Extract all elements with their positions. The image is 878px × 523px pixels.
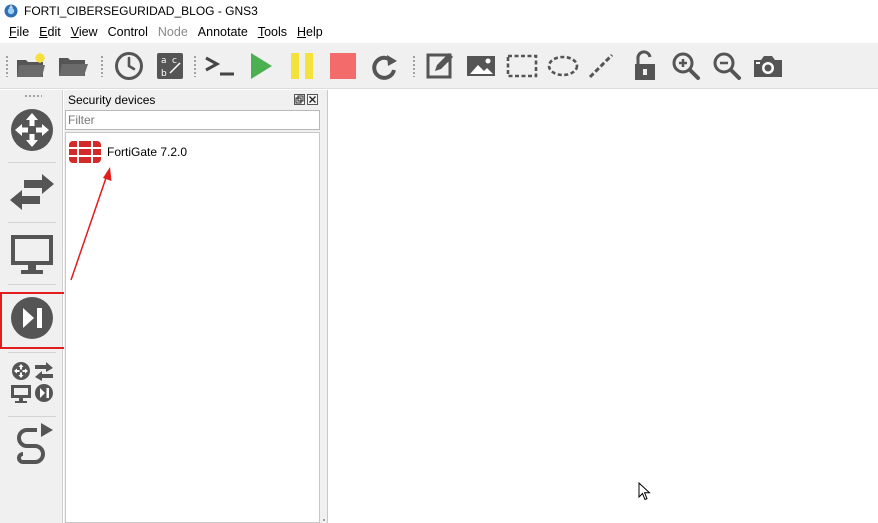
lock-items-button[interactable] [628,50,662,82]
device-label: FortiGate 7.2.0 [107,145,188,159]
panel-close-button[interactable] [307,94,318,105]
svg-text:a: a [161,56,167,66]
console-icon [205,56,234,76]
toolbar-grip[interactable] [193,55,197,77]
snapshot-button[interactable] [112,50,146,82]
draw-ellipse-button[interactable] [546,50,580,82]
open-project-button[interactable] [56,50,90,82]
new-project-button[interactable] [14,50,48,82]
draw-ellipse-icon [547,55,579,77]
close-icon [309,96,316,103]
console-button[interactable] [203,50,237,82]
screenshot-icon [754,56,782,77]
snapshot-clock-icon [115,52,143,80]
dock-separator [8,162,56,163]
new-project-icon [17,53,45,77]
suspend-all-icon [291,53,313,79]
title-bar: FORTI_CIBERSEGURIDAD_BLOG - GNS3 [0,0,878,22]
all-devices-icon [11,362,53,403]
filter-input[interactable] [65,110,320,130]
toolbar-grip[interactable] [412,55,416,77]
reload-all-icon [372,55,397,80]
devices-panel-title: Security devices [68,93,156,107]
list-item-fortigate[interactable]: FortiGate 7.2.0 [69,140,187,164]
panel-float-button[interactable] [294,94,305,105]
toolbar-grip[interactable] [100,55,104,77]
zoom-in-button[interactable] [669,50,703,82]
add-note-button[interactable] [423,50,457,82]
devices-panel-header: Security devices [64,90,321,110]
browse-switches-button[interactable] [6,166,58,218]
menu-edit[interactable]: Edit [34,25,66,39]
dock-separator [8,352,56,353]
mouse-cursor-icon [638,482,651,501]
draw-line-icon [588,53,614,79]
fortigate-icon [69,141,101,163]
svg-text:c: c [172,56,177,66]
dock-separator [8,416,56,417]
open-project-icon [59,58,88,76]
menu-view[interactable]: View [66,25,103,39]
add-link-icon [17,423,53,464]
topology-canvas[interactable] [327,90,878,523]
routers-icon [11,109,53,151]
float-icon [295,95,304,104]
dock-grip[interactable] [24,94,42,98]
menu-tools[interactable]: Tools [253,25,292,39]
lock-icon [635,50,655,80]
insert-picture-icon [467,56,495,76]
panel-controls [294,94,318,105]
dock-separator [8,284,56,285]
menu-file[interactable]: File [4,25,34,39]
switches-icon [10,174,54,210]
zoom-in-icon [672,52,700,80]
stop-all-icon [330,53,356,79]
browse-end-devices-button[interactable] [6,228,58,280]
menu-node[interactable]: Node [153,25,193,39]
screenshot-button[interactable] [751,50,785,82]
draw-rectangle-button[interactable] [505,50,539,82]
dock-separator [8,222,56,223]
window-title: FORTI_CIBERSEGURIDAD_BLOG - GNS3 [24,4,258,18]
add-link-button[interactable] [6,420,58,472]
menu-bar: File Edit View Control Node Annotate Too… [0,22,878,42]
start-all-button[interactable] [244,50,278,82]
draw-rectangle-icon [506,54,538,78]
toolbar-grip[interactable] [5,55,9,77]
add-note-icon [426,53,453,79]
suspend-all-button[interactable] [285,50,319,82]
reload-all-button[interactable] [367,50,401,82]
zoom-out-button[interactable] [710,50,744,82]
end-devices-icon [11,235,53,274]
zoom-out-icon [713,52,741,80]
splitter-grip[interactable] [322,518,326,523]
stop-all-button[interactable] [326,50,360,82]
insert-picture-button[interactable] [464,50,498,82]
draw-line-button[interactable] [584,50,618,82]
browse-routers-button[interactable] [6,104,58,156]
start-all-icon [251,53,272,79]
svg-text:b: b [161,69,167,79]
menu-help[interactable]: Help [292,25,328,39]
browse-all-devices-button[interactable] [6,356,58,408]
menu-annotate[interactable]: Annotate [193,25,253,39]
gns3-app-icon [4,4,18,18]
main-toolbar: a c b [0,43,878,89]
show-interface-labels-button[interactable]: a c b [153,50,187,82]
device-list: FortiGate 7.2.0 [65,132,320,523]
devices-panel: Security devices FortiGate 7. [64,90,321,523]
menu-control[interactable]: Control [103,25,153,39]
show-interface-labels-icon: a c b [157,53,183,79]
